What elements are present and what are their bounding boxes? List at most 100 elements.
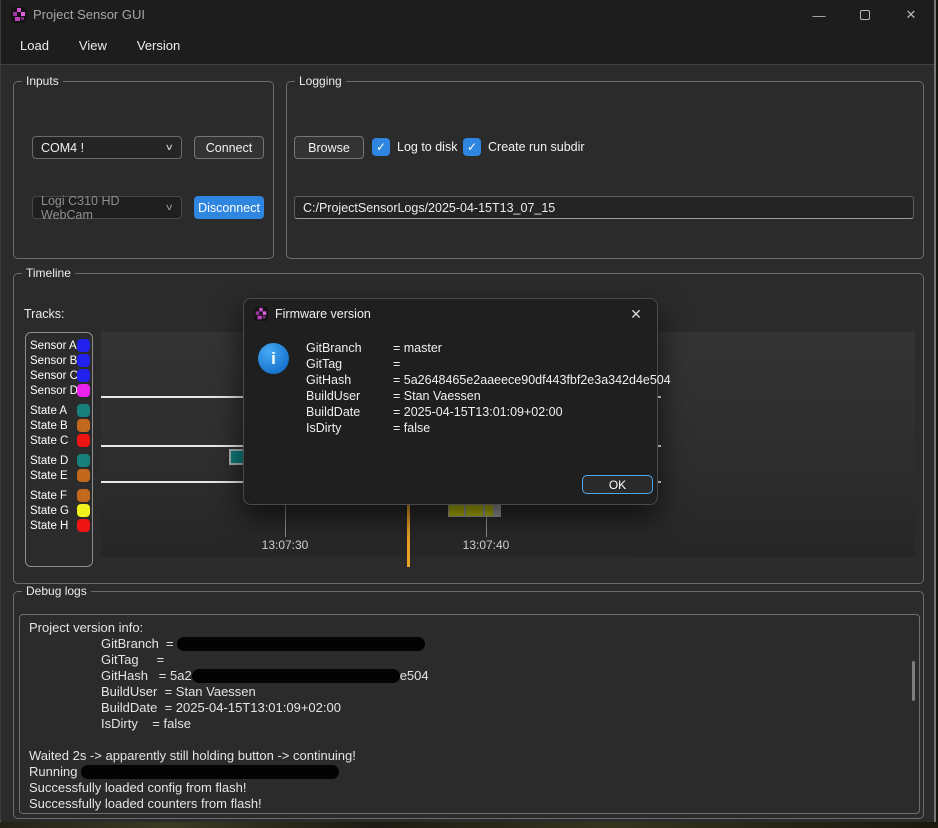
com-port-value: COM4 ! <box>41 141 84 155</box>
track-list-item[interactable]: State A <box>30 403 92 418</box>
maximize-icon <box>860 10 870 20</box>
axis-tick-label: 13:07:40 <box>456 538 516 552</box>
timeline-event-yellow <box>466 505 483 516</box>
track-list-item[interactable]: Sensor B <box>30 353 92 368</box>
track-label: State E <box>30 470 77 482</box>
debug-log-line: BuildDate = 2025-04-15T13:01:09+02:00 <box>29 700 910 716</box>
browse-button[interactable]: Browse <box>294 136 364 159</box>
debug-log-line: GitBranch = <box>29 636 910 652</box>
firmware-info-row: IsDirty= false <box>306 420 671 436</box>
tracks-listbox[interactable]: Sensor ASensor BSensor CSensor DState AS… <box>25 332 93 567</box>
dialog-title-bar[interactable]: Firmware version ✕ <box>244 299 657 329</box>
track-color-chip <box>77 419 90 432</box>
close-button[interactable]: ✕ <box>888 0 934 30</box>
track-list-item[interactable]: Sensor A <box>30 338 92 353</box>
firmware-info-value: = <box>393 356 400 372</box>
track-list-item[interactable]: State G <box>30 503 92 518</box>
axis-tick-label: 13:07:30 <box>255 538 315 552</box>
track-list-item[interactable]: State H <box>30 518 92 533</box>
track-label: State G <box>30 505 77 517</box>
track-list-item[interactable]: State F <box>30 488 92 503</box>
firmware-info-label: GitTag <box>306 356 393 372</box>
maximize-button[interactable] <box>842 0 888 30</box>
log-to-disk-checkbox[interactable]: ✓ Log to disk <box>372 138 457 156</box>
minimize-button[interactable]: — <box>796 0 842 30</box>
track-label: State F <box>30 490 77 502</box>
menu-item-version[interactable]: Version <box>122 32 195 62</box>
debug-logs-group-label: Debug logs <box>22 584 91 599</box>
debug-log-textarea[interactable]: Project version info:GitBranch = GitTag … <box>19 614 920 814</box>
menu-bar: Load View Version <box>5 32 195 62</box>
connect-button[interactable]: Connect <box>194 136 264 159</box>
debug-log-line: Running <box>29 764 910 780</box>
timeline-group-label: Timeline <box>22 266 75 281</box>
create-run-subdir-checkbox[interactable]: ✓ Create run subdir <box>463 138 585 156</box>
axis-tick-line <box>285 504 286 537</box>
debug-log-line: GitTag = <box>29 652 910 668</box>
log-path-input[interactable]: C:/ProjectSensorLogs/2025-04-15T13_07_15 <box>294 196 914 219</box>
track-color-chip <box>77 404 90 417</box>
track-color-chip <box>77 354 90 367</box>
track-color-chip <box>77 434 90 447</box>
track-label: State C <box>30 435 77 447</box>
camera-value: Logi C310 HD WebCam <box>41 194 166 222</box>
disconnect-button[interactable]: Disconnect <box>194 196 264 219</box>
track-color-chip <box>77 504 90 517</box>
debug-logs-group: Debug logs Project version info:GitBranc… <box>13 591 924 819</box>
dialog-close-button[interactable]: ✕ <box>625 304 647 324</box>
firmware-info-value: = false <box>393 420 430 436</box>
log-to-disk-label: Log to disk <box>397 140 457 154</box>
track-list-item[interactable]: State C <box>30 433 92 448</box>
timeline-event-group-yellow[interactable] <box>448 504 501 517</box>
track-color-chip <box>77 489 90 502</box>
debug-log-line <box>29 732 910 748</box>
firmware-info-value: = master <box>393 340 442 356</box>
track-label: State H <box>30 520 77 532</box>
firmware-info-row: BuildUser= Stan Vaessen <box>306 388 671 404</box>
track-label: Sensor A <box>30 340 77 352</box>
firmware-info-label: IsDirty <box>306 420 393 436</box>
firmware-version-dialog: Firmware version ✕ i GitBranch= masterGi… <box>243 298 658 505</box>
dialog-rows: GitBranch= masterGitTag=GitHash= 5a26484… <box>306 340 671 436</box>
timeline-event-yellow <box>449 505 464 516</box>
app-icon <box>254 307 268 321</box>
firmware-info-row: BuildDate= 2025-04-15T13:01:09+02:00 <box>306 404 671 420</box>
inputs-group-label: Inputs <box>22 74 63 89</box>
track-label: State D <box>30 455 77 467</box>
track-list-item[interactable]: State D <box>30 453 92 468</box>
track-color-chip <box>77 369 90 382</box>
track-list-item[interactable]: State B <box>30 418 92 433</box>
track-color-chip <box>77 519 90 532</box>
debug-log-line: Successfully loaded config from flash! <box>29 780 910 796</box>
tracks-caption: Tracks: <box>24 307 65 321</box>
firmware-info-row: GitTag= <box>306 356 671 372</box>
firmware-info-value: = Stan Vaessen <box>393 388 481 404</box>
camera-select[interactable]: Logi C310 HD WebCam ∨ <box>32 196 182 219</box>
debug-log-line: IsDirty = false <box>29 716 910 732</box>
track-color-chip <box>77 384 90 397</box>
track-label: Sensor C <box>30 370 77 382</box>
title-bar[interactable]: Project Sensor GUI — ✕ <box>1 0 934 30</box>
firmware-info-value: = 2025-04-15T13:01:09+02:00 <box>393 404 563 420</box>
chevron-down-icon: ∨ <box>165 142 174 153</box>
window-title: Project Sensor GUI <box>33 7 145 22</box>
info-icon: i <box>258 343 289 374</box>
debug-log-line: Project version info: <box>29 620 910 636</box>
firmware-info-row: GitHash= 5a2648465e2aaeece90df443fbf2e3a… <box>306 372 671 388</box>
menu-item-load[interactable]: Load <box>5 32 64 62</box>
dialog-title: Firmware version <box>275 307 371 321</box>
firmware-info-label: GitHash <box>306 372 393 388</box>
ok-button[interactable]: OK <box>582 475 653 494</box>
track-list-item[interactable]: Sensor C <box>30 368 92 383</box>
debug-log-line: Successfully loaded counters from flash! <box>29 796 910 812</box>
debug-log-line: BuildUser = Stan Vaessen <box>29 684 910 700</box>
track-color-chip <box>77 339 90 352</box>
redaction-bar <box>81 765 339 779</box>
com-port-select[interactable]: COM4 ! ∨ <box>32 136 182 159</box>
menu-item-view[interactable]: View <box>64 32 122 62</box>
track-list-item[interactable]: State E <box>30 468 92 483</box>
track-list-item[interactable]: Sensor D <box>30 383 92 398</box>
scrollbar-thumb[interactable] <box>912 661 915 701</box>
logging-group: Logging Browse ✓ Log to disk ✓ Create ru… <box>286 81 924 259</box>
debug-log-line: GitHash = 5a2e504 <box>29 668 910 684</box>
